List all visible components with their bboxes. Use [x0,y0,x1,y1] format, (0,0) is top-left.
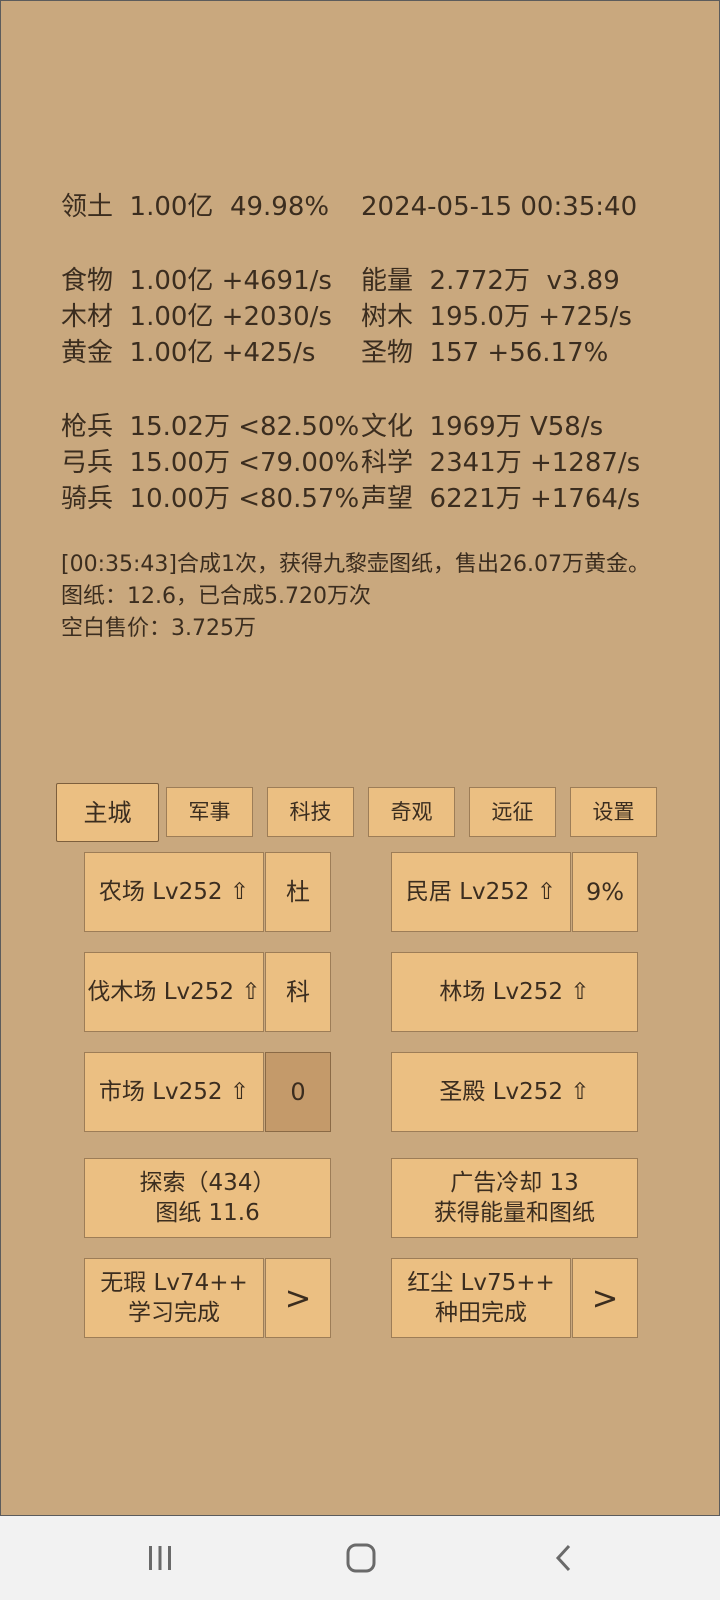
tab-military[interactable]: 军事 [166,787,253,837]
back-icon[interactable] [540,1534,588,1582]
game-panel: 领土 1.00亿 49.98% 2024-05-15 00:35:40 食物 1… [0,0,720,1516]
farm-side-button[interactable]: 杜 [265,852,331,932]
tree-stat: 树木 195.0万 +725/s [361,302,632,332]
lumber-side-button[interactable]: 科 [265,952,331,1032]
prestige-stat: 声望 6221万 +1764/s [361,484,641,514]
explore-button[interactable]: 探索（434） 图纸 11.6 [84,1158,331,1238]
relic-stat: 圣物 157 +56.17% [361,338,609,368]
tab-expedition[interactable]: 远征 [469,787,556,837]
ad-reward-desc: 获得能量和图纸 [434,1200,595,1226]
explore-blueprint: 图纸 11.6 [155,1200,260,1226]
red-dust-status: 种田完成 [435,1300,527,1326]
wood-stat: 木材 1.00亿 +2030/s [61,302,332,332]
food-stat: 食物 1.00亿 +4691/s [61,266,332,296]
ad-cooldown: 广告冷却 13 [450,1170,579,1196]
flawless-button[interactable]: 无瑕 Lv74++ 学习完成 [84,1258,264,1338]
residence-side-button[interactable]: 9% [572,852,638,932]
market-side-button[interactable]: 0 [265,1052,331,1132]
flawless-more-button[interactable]: > [265,1258,331,1338]
farm-upgrade-button[interactable]: 农场 Lv252 ⇧ [84,852,264,932]
energy-stat: 能量 2.772万 v3.89 [361,266,620,296]
culture-stat: 文化 1969万 V58/s [361,412,604,442]
system-nav-bar [0,1516,720,1600]
residence-upgrade-button[interactable]: 民居 Lv252 ⇧ [391,852,571,932]
market-upgrade-button[interactable]: 市场 Lv252 ⇧ [84,1052,264,1132]
recent-apps-icon[interactable] [136,1534,184,1582]
explore-label: 探索（434） [139,1170,276,1196]
home-icon[interactable] [337,1534,385,1582]
archer-stat: 弓兵 15.00万 <79.00% [61,448,360,478]
tab-main-city[interactable]: 主城 [56,783,159,842]
log-message: [00:35:43]合成1次，获得九黎壶图纸，售出26.07万黄金。 [61,552,650,577]
lumber-mill-upgrade-button[interactable]: 伐木场 Lv252 ⇧ [84,952,264,1032]
blueprint-status: 图纸：12.6，已合成5.720万次 [61,584,371,609]
territory-stat: 领土 1.00亿 49.98% [61,192,330,222]
tab-wonders[interactable]: 奇观 [368,787,455,837]
red-dust-button[interactable]: 红尘 Lv75++ 种田完成 [391,1258,571,1338]
cavalry-stat: 骑兵 10.00万 <80.57% [61,484,360,514]
flawless-level: 无瑕 Lv74++ [100,1270,248,1296]
science-stat: 科学 2341万 +1287/s [361,448,641,478]
temple-upgrade-button[interactable]: 圣殿 Lv252 ⇧ [391,1052,638,1132]
flawless-status: 学习完成 [128,1300,220,1326]
red-dust-level: 红尘 Lv75++ [407,1270,555,1296]
datetime-display: 2024-05-15 00:35:40 [361,192,638,222]
forest-upgrade-button[interactable]: 林场 Lv252 ⇧ [391,952,638,1032]
spearman-stat: 枪兵 15.02万 <82.50% [61,412,360,442]
red-dust-more-button[interactable]: > [572,1258,638,1338]
tab-technology[interactable]: 科技 [267,787,354,837]
blank-price: 空白售价：3.725万 [61,616,256,641]
ad-reward-button[interactable]: 广告冷却 13 获得能量和图纸 [391,1158,638,1238]
gold-stat: 黄金 1.00亿 +425/s [61,338,316,368]
tab-settings[interactable]: 设置 [570,787,657,837]
